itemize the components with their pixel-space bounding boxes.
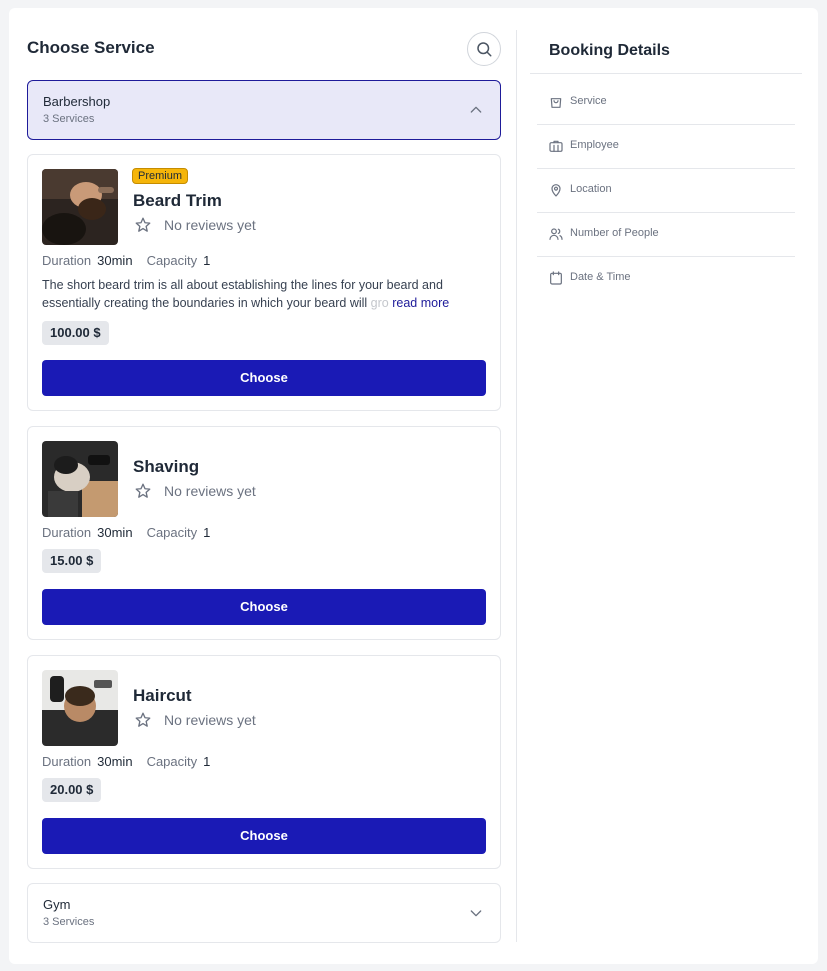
detail-number-of-people: Number of People	[537, 213, 795, 257]
capacity-label: Capacity	[146, 754, 198, 769]
service-header: Choose Service	[27, 32, 501, 68]
service-name: Beard Trim	[133, 191, 222, 210]
service-meta: Duration 30min Capacity 1	[42, 754, 210, 769]
page-title: Choose Service	[27, 38, 155, 57]
description-fade: gro	[370, 296, 389, 310]
capacity-value: 1	[203, 525, 211, 540]
capacity-value: 1	[203, 754, 211, 769]
calendar-icon	[550, 271, 562, 285]
map-pin-icon	[551, 184, 561, 197]
detail-date-time: Date & Time	[537, 257, 795, 301]
reviews-text: No reviews yet	[164, 712, 256, 728]
booking-widget: Choose Service Barbershop 3 Services Pre…	[9, 8, 818, 964]
premium-badge: Premium	[132, 168, 189, 184]
detail-service: Service	[537, 81, 795, 125]
choose-button[interactable]: Choose	[42, 360, 486, 396]
reviews-text: No reviews yet	[164, 217, 256, 233]
service-card-haircut: Haircut No reviews yet Duration 30min Capa…	[27, 655, 501, 869]
briefcase-icon	[549, 140, 563, 152]
search-button[interactable]	[467, 32, 501, 66]
choose-button[interactable]: Choose	[42, 818, 486, 854]
service-description: The short beard trim is all about establ…	[42, 276, 488, 312]
choose-button[interactable]: Choose	[42, 589, 486, 625]
service-image	[42, 169, 118, 245]
service-meta: Duration 30min Capacity 1	[42, 253, 210, 268]
capacity-value: 1	[203, 253, 211, 268]
duration-label: Duration	[42, 253, 92, 268]
detail-label: Service	[570, 95, 607, 107]
service-reviews: No reviews yet	[134, 482, 256, 500]
service-name: Shaving	[133, 457, 200, 476]
service-image	[42, 670, 118, 746]
reviews-text: No reviews yet	[164, 483, 256, 499]
service-image	[42, 441, 118, 517]
detail-label: Date & Time	[570, 271, 631, 283]
detail-employee: Employee	[537, 125, 795, 169]
service-card-beard-trim: Premium Beard Trim No reviews yet Durati…	[27, 154, 501, 411]
star-icon	[135, 217, 151, 232]
detail-label: Employee	[570, 139, 619, 151]
chevron-up-icon	[470, 106, 482, 113]
service-card-shaving: Shaving No reviews yet Duration 30min Capa…	[27, 426, 501, 640]
users-icon	[549, 228, 563, 240]
panel-divider	[516, 30, 517, 942]
category-barbershop[interactable]: Barbershop 3 Services	[27, 80, 501, 140]
search-icon	[477, 42, 492, 57]
booking-details-title: Booking Details	[549, 42, 670, 59]
detail-label: Location	[570, 183, 612, 195]
service-price: 100.00 $	[42, 321, 109, 345]
title-divider	[530, 73, 802, 74]
duration-value: 30min	[97, 754, 133, 769]
service-price: 15.00 $	[42, 549, 102, 573]
capacity-label: Capacity	[146, 253, 198, 268]
read-more-link[interactable]: read more	[392, 296, 449, 310]
star-icon	[135, 483, 151, 498]
star-icon	[135, 712, 151, 727]
service-price: 20.00 $	[42, 778, 102, 802]
category-count: 3 Services	[43, 113, 95, 125]
duration-label: Duration	[42, 754, 92, 769]
duration-value: 30min	[97, 253, 133, 268]
category-name: Barbershop	[43, 94, 111, 109]
category-count: 3 Services	[43, 916, 95, 928]
chevron-down-icon	[470, 910, 482, 917]
detail-location: Location	[537, 169, 795, 213]
shopping-bag-icon	[550, 98, 562, 108]
service-reviews: No reviews yet	[134, 216, 256, 234]
duration-label: Duration	[42, 525, 92, 540]
category-name: Gym	[43, 897, 71, 912]
detail-label: Number of People	[570, 227, 659, 239]
service-reviews: No reviews yet	[134, 711, 256, 729]
capacity-label: Capacity	[146, 525, 198, 540]
category-gym[interactable]: Gym 3 Services	[27, 883, 501, 943]
duration-value: 30min	[97, 525, 133, 540]
service-meta: Duration 30min Capacity 1	[42, 525, 210, 540]
service-name: Haircut	[133, 686, 192, 705]
